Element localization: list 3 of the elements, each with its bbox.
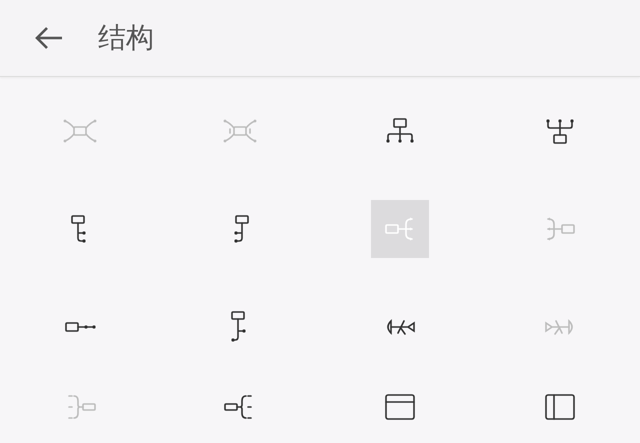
page-title: 结构 bbox=[98, 20, 154, 56]
back-arrow-icon bbox=[34, 26, 64, 50]
timeline-icon bbox=[64, 322, 96, 332]
